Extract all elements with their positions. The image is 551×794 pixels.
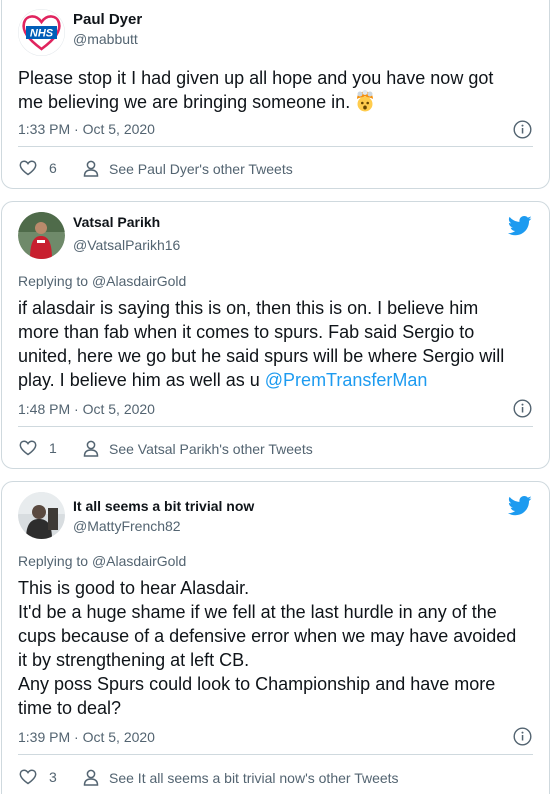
info-icon[interactable] [513, 727, 532, 746]
tweet-timestamp[interactable]: 1:33 PM · Oct 5, 2020 [18, 121, 155, 137]
person-icon [83, 160, 99, 177]
heart-icon [19, 160, 37, 176]
replying-to: Replying to @AlasdairGold [18, 273, 186, 289]
tweet-card[interactable]: It all seems a bit trivial now @MattyFre… [1, 481, 550, 794]
avatar[interactable] [18, 212, 65, 259]
other-tweets-link[interactable]: See Vatsal Parikh's other Tweets [83, 440, 313, 457]
author-handle[interactable]: @mabbutt [73, 31, 138, 47]
tweet-text-line: This is good to hear Alasdair. [18, 578, 250, 598]
tweet-text-line: it by strengthening at left CB. [18, 650, 250, 670]
replying-prefix: Replying to [18, 553, 89, 569]
info-icon[interactable] [513, 399, 532, 418]
twitter-bird-icon[interactable] [508, 216, 532, 236]
author-handle[interactable]: @MattyFrench82 [73, 518, 181, 534]
tweet-text-line: play. I believe him as well as u [18, 370, 265, 390]
avatar-text: NHS [30, 28, 54, 40]
other-tweets-label: See Vatsal Parikh's other Tweets [109, 440, 313, 457]
info-icon[interactable] [513, 120, 532, 139]
tweet-text-line: It'd be a huge shame if we fell at the l… [18, 602, 497, 622]
twitter-bird-icon[interactable] [508, 496, 532, 516]
like-count: 1 [49, 440, 57, 456]
avatar[interactable] [18, 492, 65, 539]
other-tweets-link[interactable]: See Paul Dyer's other Tweets [83, 160, 293, 177]
replying-to: Replying to @AlasdairGold [18, 553, 186, 569]
tweet-timestamp[interactable]: 1:39 PM · Oct 5, 2020 [18, 729, 155, 745]
tweet-text-line: Any poss Spurs could look to Championshi… [18, 674, 496, 694]
tweet-text: if alasdair is saying this is on, then t… [18, 296, 537, 392]
exploding-head-emoji [357, 90, 374, 112]
author-name[interactable]: Paul Dyer [73, 11, 142, 28]
tweet-text: Please stop it I had given up all hope a… [18, 66, 537, 114]
tweet-text: This is good to hear Alasdair. It'd be a… [18, 576, 537, 720]
replying-to-handle[interactable]: @AlasdairGold [92, 553, 186, 569]
other-tweets-label: See Paul Dyer's other Tweets [109, 160, 293, 177]
author-name[interactable]: Vatsal Parikh [73, 214, 160, 230]
mention-link[interactable]: @PremTransferMan [265, 370, 428, 390]
tweet-text-line: me believing we are bringing someone in. [18, 92, 351, 112]
person-icon [83, 440, 99, 457]
tweet-card[interactable]: NHS Paul Dyer @mabbutt Please stop it I … [1, 0, 550, 189]
tweet-text-line: united, here we go but he said spurs wil… [18, 346, 505, 366]
tweet-card[interactable]: Vatsal Parikh @VatsalParikh16 Replying t… [1, 201, 550, 469]
tweet-text-line: more than fab when it comes to spurs. Fa… [18, 322, 475, 342]
other-tweets-label: See It all seems a bit trivial now's oth… [109, 769, 399, 786]
person-icon [83, 769, 99, 786]
author-name[interactable]: It all seems a bit trivial now [73, 498, 254, 514]
tweet-text-line: cups because of a defensive error when w… [18, 626, 517, 646]
heart-icon [19, 769, 37, 785]
author-handle[interactable]: @VatsalParikh16 [73, 237, 180, 253]
like-count: 3 [49, 769, 57, 785]
tweet-text-line: Please stop it I had given up all hope a… [18, 68, 494, 88]
tweet-text-line: time to deal? [18, 698, 122, 718]
like-count: 6 [49, 160, 57, 176]
divider [18, 754, 533, 755]
replying-prefix: Replying to [18, 273, 89, 289]
like-button[interactable]: 6 [19, 160, 57, 176]
other-tweets-link[interactable]: See It all seems a bit trivial now's oth… [83, 769, 399, 786]
like-button[interactable]: 1 [19, 440, 57, 456]
tweet-text-line: if alasdair is saying this is on, then t… [18, 298, 479, 318]
heart-icon [19, 440, 37, 456]
like-button[interactable]: 3 [19, 769, 57, 785]
replying-to-handle[interactable]: @AlasdairGold [92, 273, 186, 289]
tweet-timestamp[interactable]: 1:48 PM · Oct 5, 2020 [18, 401, 155, 417]
avatar[interactable]: NHS [18, 9, 65, 56]
divider [18, 146, 533, 147]
divider [18, 426, 533, 427]
